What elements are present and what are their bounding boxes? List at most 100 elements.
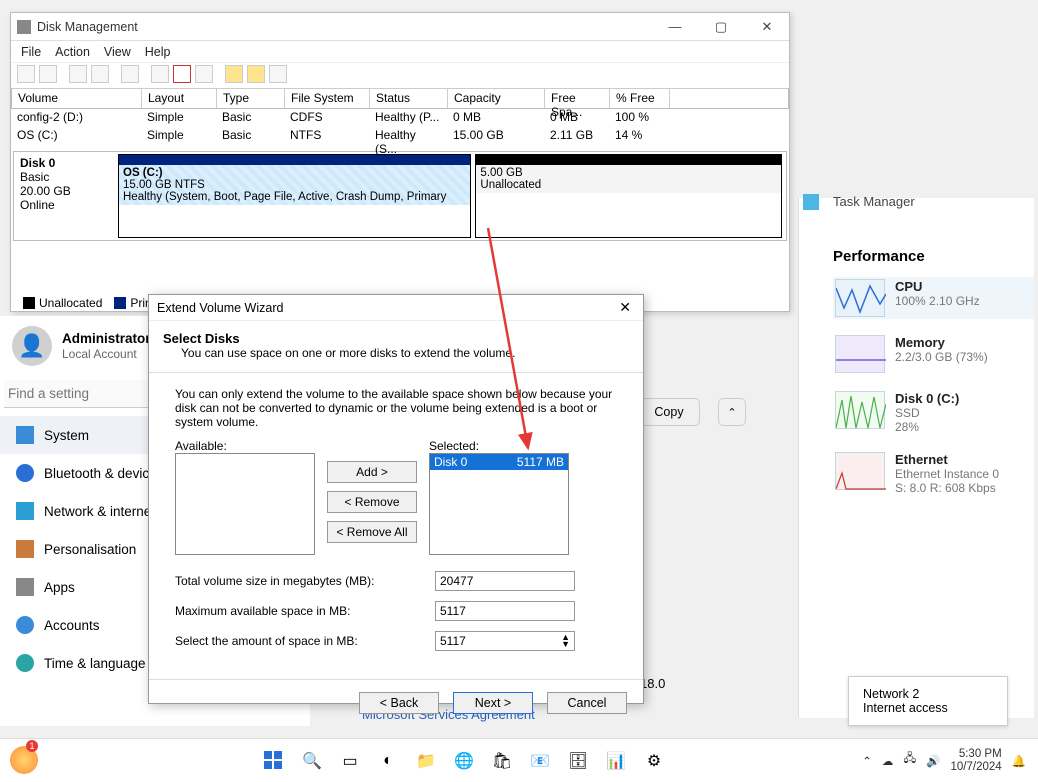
copilot-icon[interactable]: ◐ — [374, 747, 402, 775]
search-icon[interactable]: 🔍 — [298, 747, 326, 775]
partition-unallocated[interactable]: 5.00 GB Unallocated — [475, 154, 782, 238]
network-state: Internet access — [863, 701, 948, 715]
account-sub: Local Account — [62, 347, 137, 361]
refresh-icon[interactable] — [151, 65, 169, 83]
edge-icon[interactable]: 🌐 — [450, 747, 478, 775]
action-icon[interactable] — [69, 65, 87, 83]
volume-row[interactable]: config-2 (D:) Simple Basic CDFS Healthy … — [11, 109, 789, 127]
col-filesystem[interactable]: File System — [285, 89, 370, 108]
dm-titlebar[interactable]: Disk Management — ▢ ✕ — [11, 13, 789, 41]
col-status[interactable]: Status — [370, 89, 448, 108]
back-icon[interactable] — [17, 65, 35, 83]
outlook-icon[interactable]: 📧 — [526, 747, 554, 775]
dm-menubar: File Action View Help — [11, 41, 789, 63]
cell-volume: config-2 (D:) — [11, 109, 141, 127]
dm-toolbar — [11, 63, 789, 89]
extend-volume-icon[interactable] — [269, 65, 287, 83]
help-icon[interactable] — [121, 65, 139, 83]
total-size-value: 20477 — [435, 571, 575, 591]
selected-disk-item[interactable]: Disk 0 5117 MB — [430, 454, 568, 470]
extend-volume-wizard: Extend Volume Wizard ✕ Select Disks You c… — [148, 294, 644, 704]
network-flyout[interactable]: Network 2 Internet access — [848, 676, 1008, 726]
accounts-icon — [16, 616, 34, 634]
remove-all-button[interactable]: < Remove All — [327, 521, 417, 543]
perf-cpu[interactable]: CPU100% 2.10 GHz — [833, 277, 1034, 319]
remove-button[interactable]: < Remove — [327, 491, 417, 513]
next-button[interactable]: Next > — [453, 692, 533, 714]
tray-chevron-icon[interactable]: ⌃ — [862, 754, 872, 768]
minimize-button[interactable]: — — [659, 19, 691, 35]
network-tray-icon[interactable]: 🖧 — [903, 751, 916, 770]
perf-ethernet[interactable]: EthernetEthernet Instance 0S: 8.0 R: 608… — [833, 450, 1034, 497]
menu-help[interactable]: Help — [145, 45, 171, 59]
selected-list[interactable]: Disk 0 5117 MB — [429, 453, 569, 555]
settings-taskbar-icon[interactable]: ⚙ — [640, 747, 668, 775]
part-size: 5.00 GB — [480, 167, 522, 179]
select-space-input[interactable]: 5117▲▼ — [435, 631, 575, 651]
remove-icon[interactable] — [173, 65, 191, 83]
maximize-button[interactable]: ▢ — [705, 19, 737, 35]
notifications-icon[interactable]: 🔔 — [1012, 754, 1026, 768]
part-status: Healthy (System, Boot, Page File, Active… — [123, 191, 446, 203]
disk-name: Disk 0 — [20, 156, 55, 170]
perf-disk[interactable]: Disk 0 (C:)SSD28% — [833, 389, 1034, 436]
store-icon[interactable]: 🛍 — [488, 747, 516, 775]
explorer-icon[interactable]: 📁 — [412, 747, 440, 775]
col-type[interactable]: Type — [217, 89, 285, 108]
perf-memory[interactable]: Memory2.2/3.0 GB (73%) — [833, 333, 1034, 375]
disk-mgmt-icon — [17, 20, 31, 34]
task-view-icon[interactable]: ▭ — [336, 747, 364, 775]
evw-heading: Select Disks — [163, 331, 240, 346]
new-volume-icon[interactable] — [225, 65, 243, 83]
selected-label: Selected: — [429, 439, 569, 453]
ethernet-graph-icon — [835, 452, 885, 490]
menu-view[interactable]: View — [104, 45, 131, 59]
disk-graphical: Disk 0 Basic 20.00 GB Online OS (C:) 15.… — [13, 151, 787, 241]
evw-title: Extend Volume Wizard — [157, 301, 283, 315]
forward-icon[interactable] — [39, 65, 57, 83]
disk-type: Basic — [20, 170, 49, 184]
network-name: Network 2 — [863, 687, 919, 701]
wifi-icon — [16, 502, 34, 520]
delete-volume-icon[interactable] — [247, 65, 265, 83]
copy-button[interactable]: Copy — [638, 398, 700, 426]
start-icon[interactable] — [260, 747, 288, 775]
onedrive-icon[interactable]: ☁ — [882, 754, 894, 768]
task-manager-taskbar-icon[interactable]: 📊 — [602, 747, 630, 775]
menu-file[interactable]: File — [21, 45, 41, 59]
cpu-graph-icon — [835, 279, 885, 317]
server-manager-icon[interactable]: 🗄 — [564, 747, 592, 775]
volume-icon[interactable]: 🔊 — [926, 754, 940, 768]
available-label: Available: — [175, 439, 315, 453]
add-button[interactable]: Add > — [327, 461, 417, 483]
max-space-label: Maximum available space in MB: — [175, 604, 435, 618]
cell-volume: OS (C:) — [11, 127, 141, 145]
tm-app-title: Task Manager — [833, 194, 915, 209]
cancel-button[interactable]: Cancel — [547, 692, 627, 714]
partition-os[interactable]: OS (C:) 15.00 GB NTFS Healthy (System, B… — [118, 154, 471, 238]
disk-label[interactable]: Disk 0 Basic 20.00 GB Online — [14, 152, 114, 240]
close-icon[interactable]: ✕ — [615, 299, 635, 316]
disk-state: Online — [20, 198, 55, 212]
properties-icon[interactable] — [195, 65, 213, 83]
disk-size: 20.00 GB — [20, 184, 71, 198]
globe-icon — [16, 654, 34, 672]
expand-button[interactable]: ⌃ — [718, 398, 746, 426]
col-free[interactable]: Free Spa... — [545, 89, 610, 108]
account-name: Administrator — [62, 331, 151, 346]
close-button[interactable]: ✕ — [751, 19, 783, 35]
col-volume[interactable]: Volume — [12, 89, 142, 108]
volume-row[interactable]: OS (C:) Simple Basic NTFS Healthy (S... … — [11, 127, 789, 145]
taskbar: 1 🔍 ▭ ◐ 📁 🌐 🛍 📧 🗄 📊 ⚙ ⌃ ☁ 🖧 🔊 5:30 PM 10… — [0, 738, 1038, 782]
menu-action[interactable]: Action — [55, 45, 90, 59]
back-button[interactable]: < Back — [359, 692, 439, 714]
dm-title: Disk Management — [37, 20, 138, 34]
available-list[interactable] — [175, 453, 315, 555]
col-layout[interactable]: Layout — [142, 89, 217, 108]
tray-clock[interactable]: 5:30 PM 10/7/2024 — [951, 748, 1002, 774]
col-capacity[interactable]: Capacity — [448, 89, 545, 108]
spinner-icon[interactable]: ▲▼ — [561, 634, 570, 648]
detail-icon[interactable] — [91, 65, 109, 83]
evw-note: You can only extend the volume to the av… — [175, 387, 617, 429]
col-pctfree[interactable]: % Free — [610, 89, 670, 108]
